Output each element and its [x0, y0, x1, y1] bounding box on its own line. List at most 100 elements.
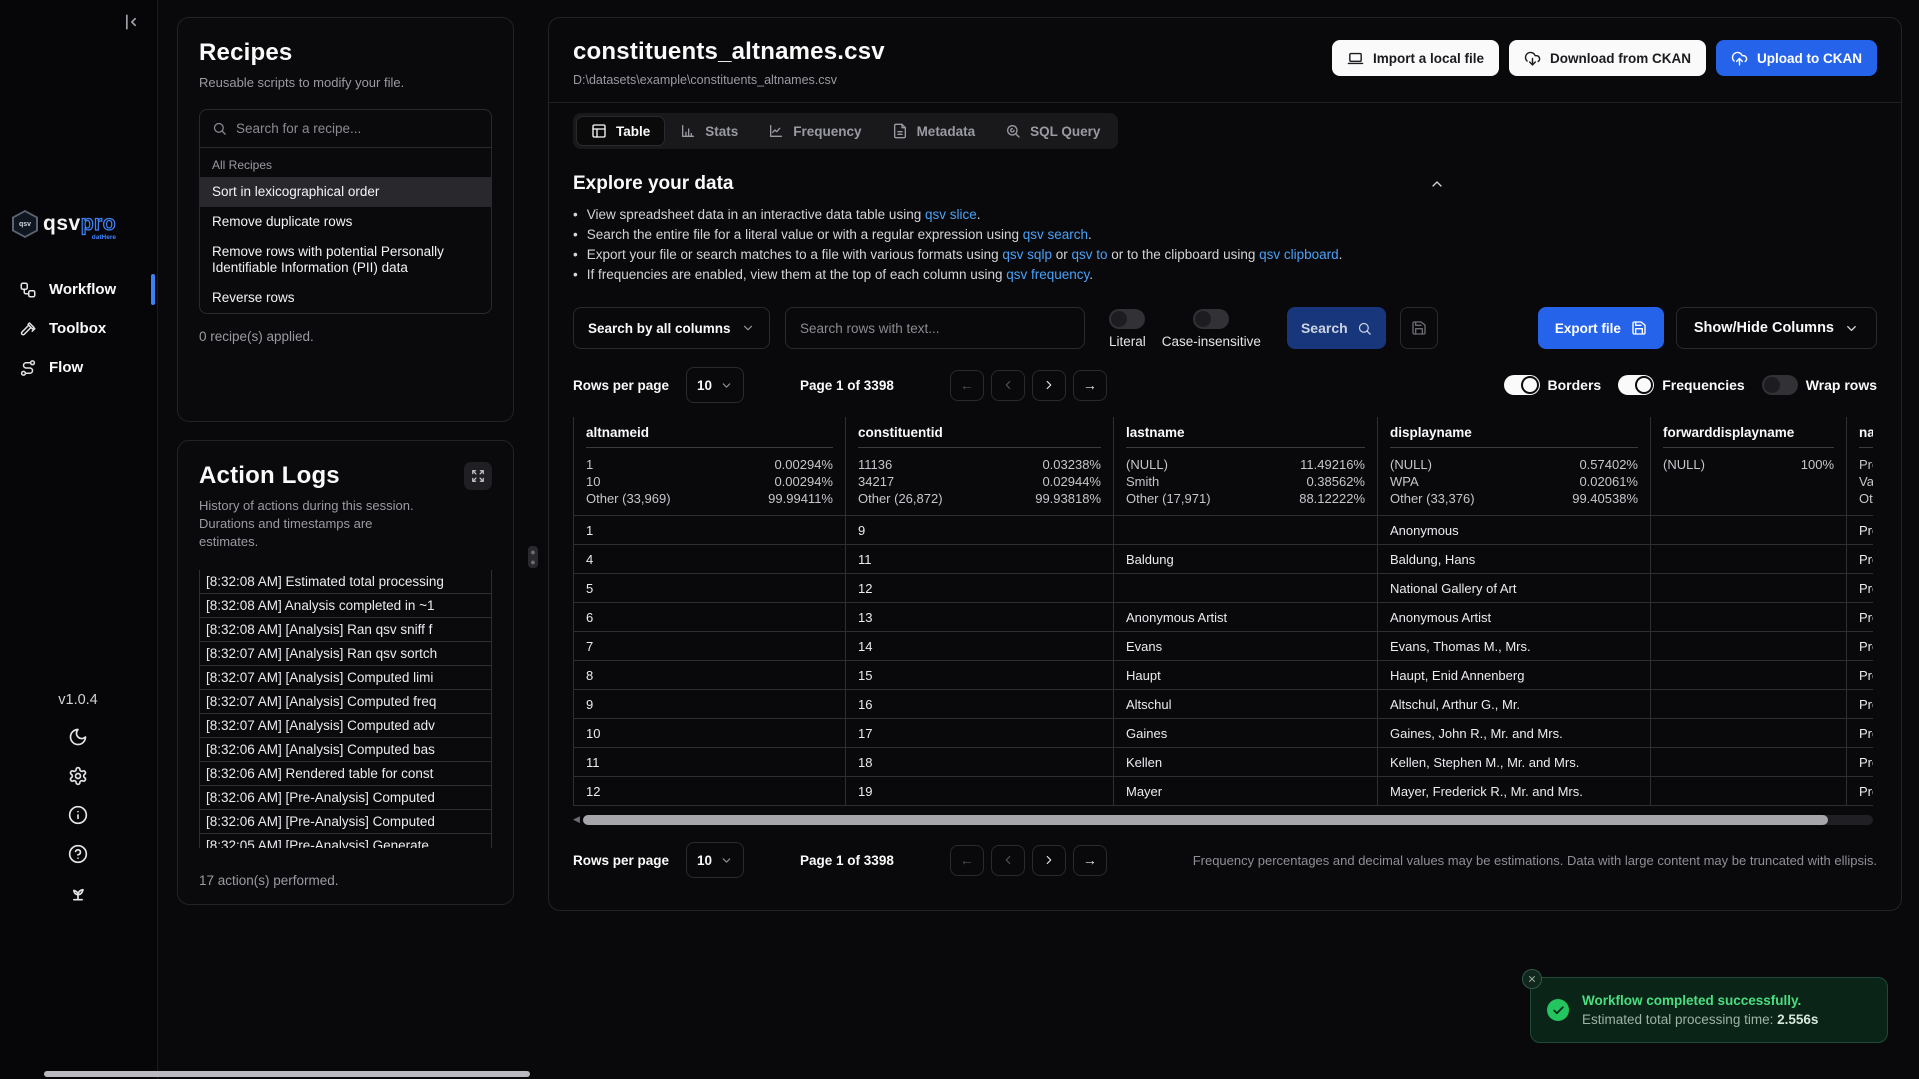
tab-sql-query[interactable]: SQL Query [991, 117, 1114, 145]
recipe-item[interactable]: Sort in lexicographical order [200, 177, 491, 207]
recipe-item[interactable]: Remove rows with potential Personally Id… [200, 237, 491, 283]
table-cell: Kellen [1114, 748, 1378, 777]
sidebar-item-toolbox[interactable]: Toolbox [0, 309, 157, 348]
bar-chart-icon [680, 123, 696, 139]
frequency-line: Var [1859, 473, 1873, 490]
tab-label: SQL Query [1030, 124, 1100, 139]
sprout-icon[interactable] [68, 883, 88, 903]
recipes-group-label: All Recipes [200, 148, 491, 177]
inline-link[interactable]: qsv sqlp [1002, 247, 1052, 262]
log-entry: [8:32:07 AM] [Analysis] Computed adv [199, 713, 492, 738]
download-from-ckan-button[interactable]: Download from CKAN [1509, 40, 1706, 76]
toast-close-icon[interactable] [1522, 969, 1542, 989]
last-page-button[interactable]: → [1073, 845, 1107, 876]
app-version: v1.0.4 [58, 692, 98, 708]
sidebar-item-label: Flow [49, 359, 83, 376]
view-toggle: Borders [1504, 375, 1602, 395]
text-segment: . [1089, 267, 1093, 282]
table-cell: 7 [574, 632, 846, 661]
export-file-button[interactable]: Export file [1538, 307, 1664, 349]
first-page-button[interactable]: ← [950, 845, 984, 876]
action-log-list: [8:32:08 AM] Estimated total processing[… [199, 570, 492, 848]
log-entry: [8:32:06 AM] [Pre-Analysis] Computed [199, 785, 492, 810]
table-row: 19AnonymousPre [574, 516, 1874, 545]
text-segment: . [977, 207, 981, 222]
tab-stats[interactable]: Stats [666, 117, 752, 145]
sidebar-collapse-icon[interactable] [121, 12, 141, 32]
show-hide-columns-button[interactable]: Show/Hide Columns [1676, 307, 1877, 349]
next-page-button[interactable] [1032, 845, 1066, 876]
settings-gear-icon[interactable] [68, 766, 88, 786]
table-cell: 12 [574, 777, 846, 806]
table-cell [1651, 777, 1847, 806]
table-row: 916AltschulAltschul, Arthur G., Mr.Pre [574, 690, 1874, 719]
table-cell: Baldung, Hans [1378, 545, 1651, 574]
dark-mode-moon-icon[interactable] [68, 727, 88, 747]
tab-frequency[interactable]: Frequency [754, 117, 875, 145]
recipes-title: Recipes [199, 39, 492, 67]
toggle-label: Wrap rows [1806, 377, 1877, 393]
column-divider [858, 447, 1101, 448]
search-rows-input[interactable] [785, 307, 1085, 349]
horizontal-scrollbar[interactable]: ◀ [573, 814, 1873, 825]
save-search-button[interactable] [1400, 307, 1438, 349]
case-insensitive-toggle[interactable] [1193, 309, 1229, 329]
rows-per-page-select[interactable]: 10 [686, 842, 744, 878]
log-entry: [8:32:07 AM] [Analysis] Computed freq [199, 689, 492, 714]
literal-toggle[interactable] [1109, 309, 1145, 329]
scrollbar-thumb[interactable] [583, 815, 1828, 825]
window-scrollbar-thumb[interactable] [44, 1071, 530, 1077]
sidebar-item-workflow[interactable]: Workflow [0, 270, 157, 309]
search-column-selector[interactable]: Search by all columns [573, 307, 770, 349]
expand-icon[interactable] [464, 462, 492, 490]
upload-to-ckan-button[interactable]: Upload to CKAN [1716, 40, 1877, 76]
tab-metadata[interactable]: Metadata [878, 117, 990, 145]
previous-page-button[interactable] [991, 370, 1025, 401]
scroll-left-arrow-icon[interactable]: ◀ [573, 814, 580, 825]
text-segment: . [1088, 227, 1092, 242]
recipe-item[interactable]: Remove duplicate rows [200, 207, 491, 237]
action-logs-panel: Action Logs History of actions during th… [177, 440, 514, 905]
info-icon[interactable] [68, 805, 88, 825]
table-cell: Gaines, John R., Mr. and Mrs. [1378, 719, 1651, 748]
rows-per-page-select[interactable]: 10 [686, 367, 744, 403]
last-page-button[interactable]: → [1073, 370, 1107, 401]
inline-link[interactable]: qsv slice [925, 207, 977, 222]
frequency-line: 111360.03238% [858, 456, 1101, 473]
recipes-list: Sort in lexicographical orderRemove dupl… [200, 177, 491, 313]
tab-table[interactable]: Table [577, 117, 664, 145]
explore-bullet: •Search the entire file for a literal va… [573, 227, 1877, 243]
panel-resize-handle[interactable]: ●● [528, 546, 538, 568]
frequency-line: (NULL)11.49216% [1126, 456, 1365, 473]
rows-per-page-label: Rows per page [573, 853, 669, 868]
check-circle-icon [1547, 999, 1569, 1021]
table-footer-note: Frequency percentages and decimal values… [1193, 853, 1877, 868]
next-page-button[interactable] [1032, 370, 1066, 401]
explore-bullet: •If frequencies are enabled, view them a… [573, 267, 1877, 283]
toast-title: Workflow completed successfully. [1582, 993, 1818, 1008]
inline-link[interactable]: qsv search [1023, 227, 1088, 242]
frequency-percent: 99.99411% [768, 490, 833, 507]
import-local-file-button[interactable]: Import a local file [1332, 40, 1499, 76]
table-cell: 6 [574, 603, 846, 632]
table-icon [591, 123, 607, 139]
laptop-icon [1347, 50, 1364, 67]
sidebar-item-flow[interactable]: Flow [0, 348, 157, 387]
recipe-search-input[interactable] [236, 121, 479, 136]
table-cell: 16 [846, 690, 1114, 719]
inline-link[interactable]: qsv frequency [1006, 267, 1089, 282]
search-button[interactable]: Search [1287, 307, 1386, 349]
wrap-rows-toggle[interactable] [1762, 375, 1798, 395]
inline-link[interactable]: qsv clipboard [1259, 247, 1339, 262]
inline-link[interactable]: qsv to [1071, 247, 1107, 262]
previous-page-button[interactable] [991, 845, 1025, 876]
table-cell: 13 [846, 603, 1114, 632]
recipe-item[interactable]: Reverse rows [200, 283, 491, 313]
first-page-button[interactable]: ← [950, 370, 984, 401]
borders-toggle[interactable] [1504, 375, 1540, 395]
collapse-section-chevron-icon[interactable] [1429, 176, 1445, 192]
frequencies-toggle[interactable] [1618, 375, 1654, 395]
table-cell [1651, 661, 1847, 690]
rows-per-page-label: Rows per page [573, 378, 669, 393]
help-icon[interactable] [68, 844, 88, 864]
